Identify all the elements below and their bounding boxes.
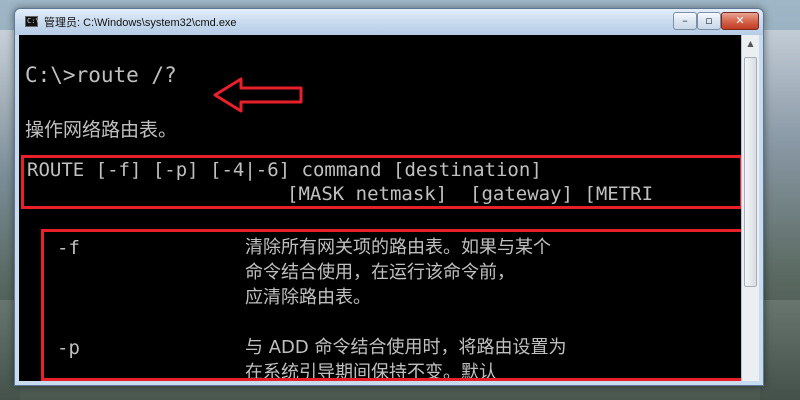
red-arrow-icon [213,77,303,113]
scrollbar-thumb[interactable] [744,57,757,287]
console-output[interactable]: C:\>route /? 操作网络路由表。 ROUTE [-f] [-p] [-… [19,35,741,381]
syntax-highlight-box [21,155,741,209]
route-description: 操作网络路由表。 [25,119,178,141]
cmd-window: C:\ 管理员: C:\Windows\system32\cmd.exe – ▫… [14,8,764,386]
options-highlight-box [41,229,741,381]
command-prompt-line: C:\>route /? [25,63,177,87]
chevron-up-icon[interactable]: ▲ [742,35,759,52]
cmd-icon[interactable]: C:\ [25,16,40,27]
close-button[interactable]: ✕ [721,12,759,30]
window-title: 管理员: C:\Windows\system32\cmd.exe [44,17,237,29]
maximize-button[interactable]: ▫ [697,12,721,30]
minimize-button[interactable]: – [673,12,697,30]
title-bar[interactable]: C:\ 管理员: C:\Windows\system32\cmd.exe – ▫… [15,9,763,35]
vertical-scrollbar[interactable]: ▲ [741,35,759,381]
